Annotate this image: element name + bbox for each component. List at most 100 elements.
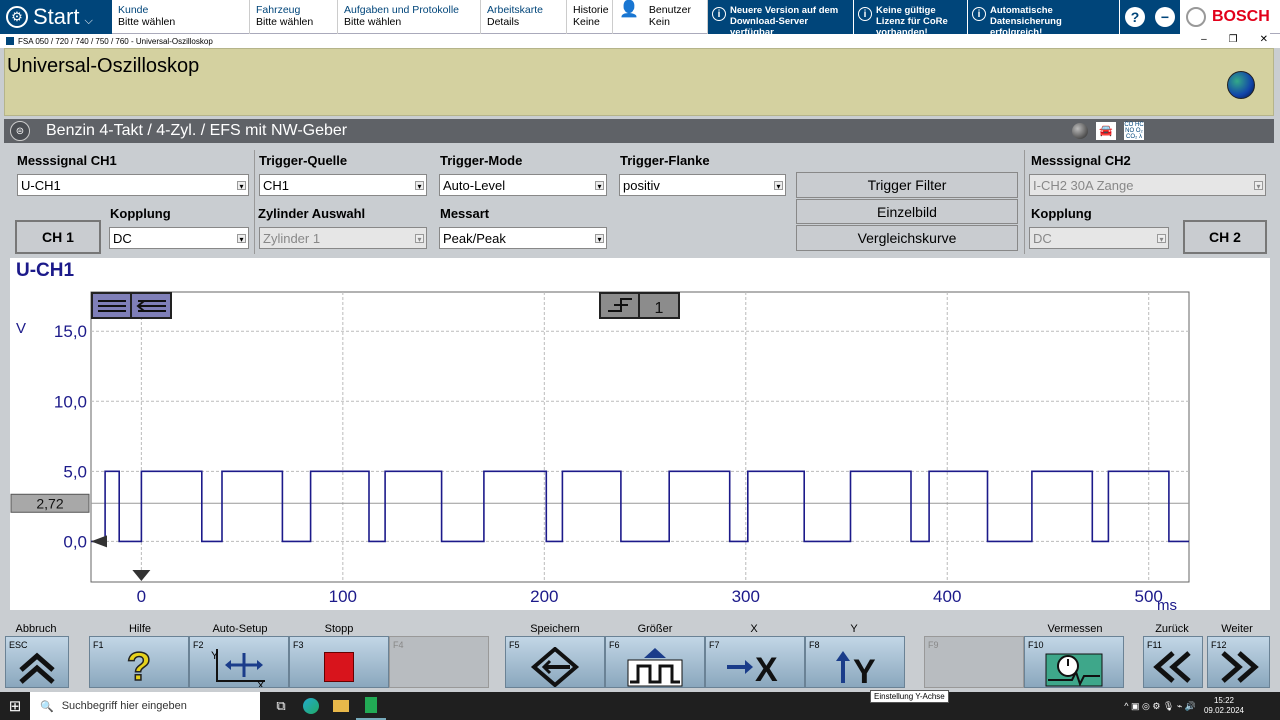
tray-icons[interactable]: ^ ▣ ◎ ⚙ 🎙 ⌁ 🔊 (1124, 701, 1196, 712)
y-axis-button[interactable]: F8 Y (805, 636, 905, 688)
windows-start-icon[interactable]: ⊞ (0, 697, 30, 715)
kunde-selector[interactable]: Kunde Bitte wählen (112, 0, 250, 34)
globe-icon[interactable] (1227, 71, 1255, 99)
messart-select[interactable]: Peak/Peak ▾ (439, 227, 607, 249)
vermessen-button[interactable]: F10 (1024, 636, 1124, 688)
chart-title: U-CH1 (16, 260, 74, 281)
y-axis-arrow-icon: Y (806, 645, 904, 689)
minimize-button[interactable]: − (1150, 0, 1180, 34)
trigger-quelle-label: Trigger-Quelle (259, 153, 348, 168)
f9-key-label: F9 (928, 640, 939, 650)
aufgaben-title: Aufgaben und Protokolle (344, 4, 460, 16)
auto-setup-button[interactable]: F2 YX (189, 636, 289, 688)
dropdown-arrow-icon: ▾ (415, 181, 424, 191)
page-title: Universal-Oszilloskop (7, 55, 200, 77)
zylinder-select: Zylinder 1 ▾ (259, 227, 427, 249)
oscilloscope-display[interactable]: 0 100 200 300 400 500 0,0 5,0 10,0 15,0 U-CH1 V m… (10, 258, 1270, 610)
x-tick-label: 200 (530, 587, 558, 606)
f4-button: F4 (389, 636, 489, 688)
taskbar-clock[interactable]: 15:22 09.02.2024 (1204, 696, 1244, 716)
trigger-mode-label: Trigger-Mode (440, 153, 523, 168)
task-view-icon[interactable]: ⧉ (266, 692, 296, 720)
bosch-logo: BOSCH (1180, 0, 1270, 34)
user-icon: 👤 (619, 1, 639, 18)
benutzer-title: Benutzer (648, 4, 691, 16)
edge-browser-icon[interactable] (296, 692, 326, 720)
help-button[interactable]: ? (1120, 0, 1150, 34)
save-diamond-icon (506, 645, 604, 689)
file-explorer-icon[interactable] (326, 692, 356, 720)
trigger-filter-button[interactable]: Trigger Filter (796, 172, 1018, 198)
groesser-button[interactable]: F6 (605, 636, 705, 688)
zoom-controls[interactable] (91, 292, 172, 319)
speichern-button[interactable]: F5 (505, 636, 605, 688)
trigger-quelle-select[interactable]: CH1 ▾ (259, 174, 427, 196)
weiter-button[interactable]: F12 (1207, 636, 1270, 688)
gear-icon: ⚙ (6, 6, 28, 28)
x-tick-label: 400 (933, 587, 961, 606)
window-controls: – ❐ ✕ (1201, 34, 1268, 45)
f6-caption: Größer (637, 623, 673, 635)
dropdown-arrow-icon: ▾ (1254, 181, 1263, 191)
ch1-button[interactable]: CH 1 (15, 220, 101, 254)
taskbar-search-placeholder: Suchbegriff hier eingeben (61, 700, 187, 712)
abbruch-button[interactable]: ESC (5, 636, 69, 688)
f11-caption: Zurück (1155, 623, 1189, 635)
esi-app-icon[interactable] (356, 692, 386, 720)
x-axis-unit: ms (1157, 597, 1177, 610)
ch2-button[interactable]: CH 2 (1183, 220, 1267, 254)
f1-caption: Hilfe (128, 623, 151, 635)
f4-key-label: F4 (393, 640, 404, 650)
group-divider (254, 150, 255, 254)
window-titlebar: FSA 050 / 720 / 740 / 750 / 760 - Univer… (0, 34, 1280, 48)
taskbar-search-field[interactable]: 🔍 Suchbegriff hier eingeben (30, 692, 260, 720)
vergleichskurve-button[interactable]: Vergleichskurve (796, 225, 1018, 251)
svg-text:Y: Y (211, 650, 219, 662)
messart-value: Peak/Peak (443, 231, 506, 246)
svg-text:Y: Y (853, 653, 876, 687)
kopplung-ch1-select[interactable]: DC ▾ (109, 227, 249, 249)
scope-grid (90, 291, 1190, 583)
auto-setup-axes-icon: YX (190, 645, 288, 689)
fahrzeug-selector[interactable]: Fahrzeug Bitte wählen (250, 0, 338, 34)
start-label: Start (33, 4, 80, 29)
start-menu-button[interactable]: ⚙ Start ⌵ (0, 0, 112, 34)
trigger-flanke-value: positiv (623, 178, 660, 193)
help-icon: ? (1125, 7, 1145, 27)
bosch-brand-text: BOSCH (1212, 8, 1270, 25)
zurueck-button[interactable]: F11 (1143, 636, 1203, 688)
engine-info-bar: ⊜ Benzin 4-Takt / 4-Zyl. / EFS mit NW-Ge… (4, 119, 1274, 143)
notice-backup[interactable]: i Automatische Datensicherung erfolgreic… (968, 0, 1120, 38)
window-restore-icon[interactable]: ❐ (1229, 34, 1238, 45)
x-axis-button[interactable]: F7 X (705, 636, 805, 688)
messsignal-ch1-select[interactable]: U-CH1 ▾ (17, 174, 249, 196)
f7-caption: X (750, 623, 758, 635)
double-chevron-right-icon (1208, 645, 1269, 689)
trigger-channel-number: 1 (655, 300, 664, 317)
stopp-button[interactable]: F3 (289, 636, 389, 688)
benutzer-selector[interactable]: 👤 Benutzer Kein (613, 0, 708, 34)
arbeitskarte-selector[interactable]: Arbeitskarte Details (481, 0, 567, 34)
y-tick-label: 10,0 (54, 392, 87, 411)
notice-new-version-text: Neuere Version auf dem Download-Server v… (730, 5, 839, 38)
trigger-flanke-select[interactable]: positiv ▾ (619, 174, 786, 196)
notice-new-version[interactable]: i Neuere Version auf dem Download-Server… (708, 0, 854, 38)
window-close-icon[interactable]: ✕ (1260, 34, 1268, 45)
notice-license[interactable]: i Keine gültige Lizenz für CoRe vorhande… (854, 0, 968, 38)
svg-text:X: X (755, 651, 778, 687)
hilfe-button[interactable]: F1 ? (89, 636, 189, 690)
control-panel: Messsignal CH1 U-CH1 ▾ CH 1 Kopplung DC ▾ … (11, 148, 1271, 256)
historie-selector[interactable]: Historie Keine (567, 0, 613, 34)
window-minimize-icon[interactable]: – (1201, 34, 1207, 45)
trigger-flanke-label: Trigger-Flanke (620, 153, 710, 168)
trigger-level-marker[interactable]: 2,72 (10, 493, 90, 513)
f3-caption: Stopp (324, 623, 354, 635)
double-chevron-left-icon (1144, 645, 1202, 689)
question-mark-icon: ? (126, 644, 152, 690)
function-key-bar: Abbruch ESC Hilfe F1 ? Auto-Setup F2 YX … (0, 620, 1280, 690)
einzelbild-button[interactable]: Einzelbild (796, 199, 1018, 224)
engine-menu-icon[interactable]: ⊜ (10, 121, 30, 141)
aufgaben-selector[interactable]: Aufgaben und Protokolle Bitte wählen (338, 0, 481, 34)
trigger-mode-select[interactable]: Auto-Level ▾ (439, 174, 607, 196)
notice-license-text: Keine gültige Lizenz für CoRe vorhanden! (876, 5, 948, 38)
